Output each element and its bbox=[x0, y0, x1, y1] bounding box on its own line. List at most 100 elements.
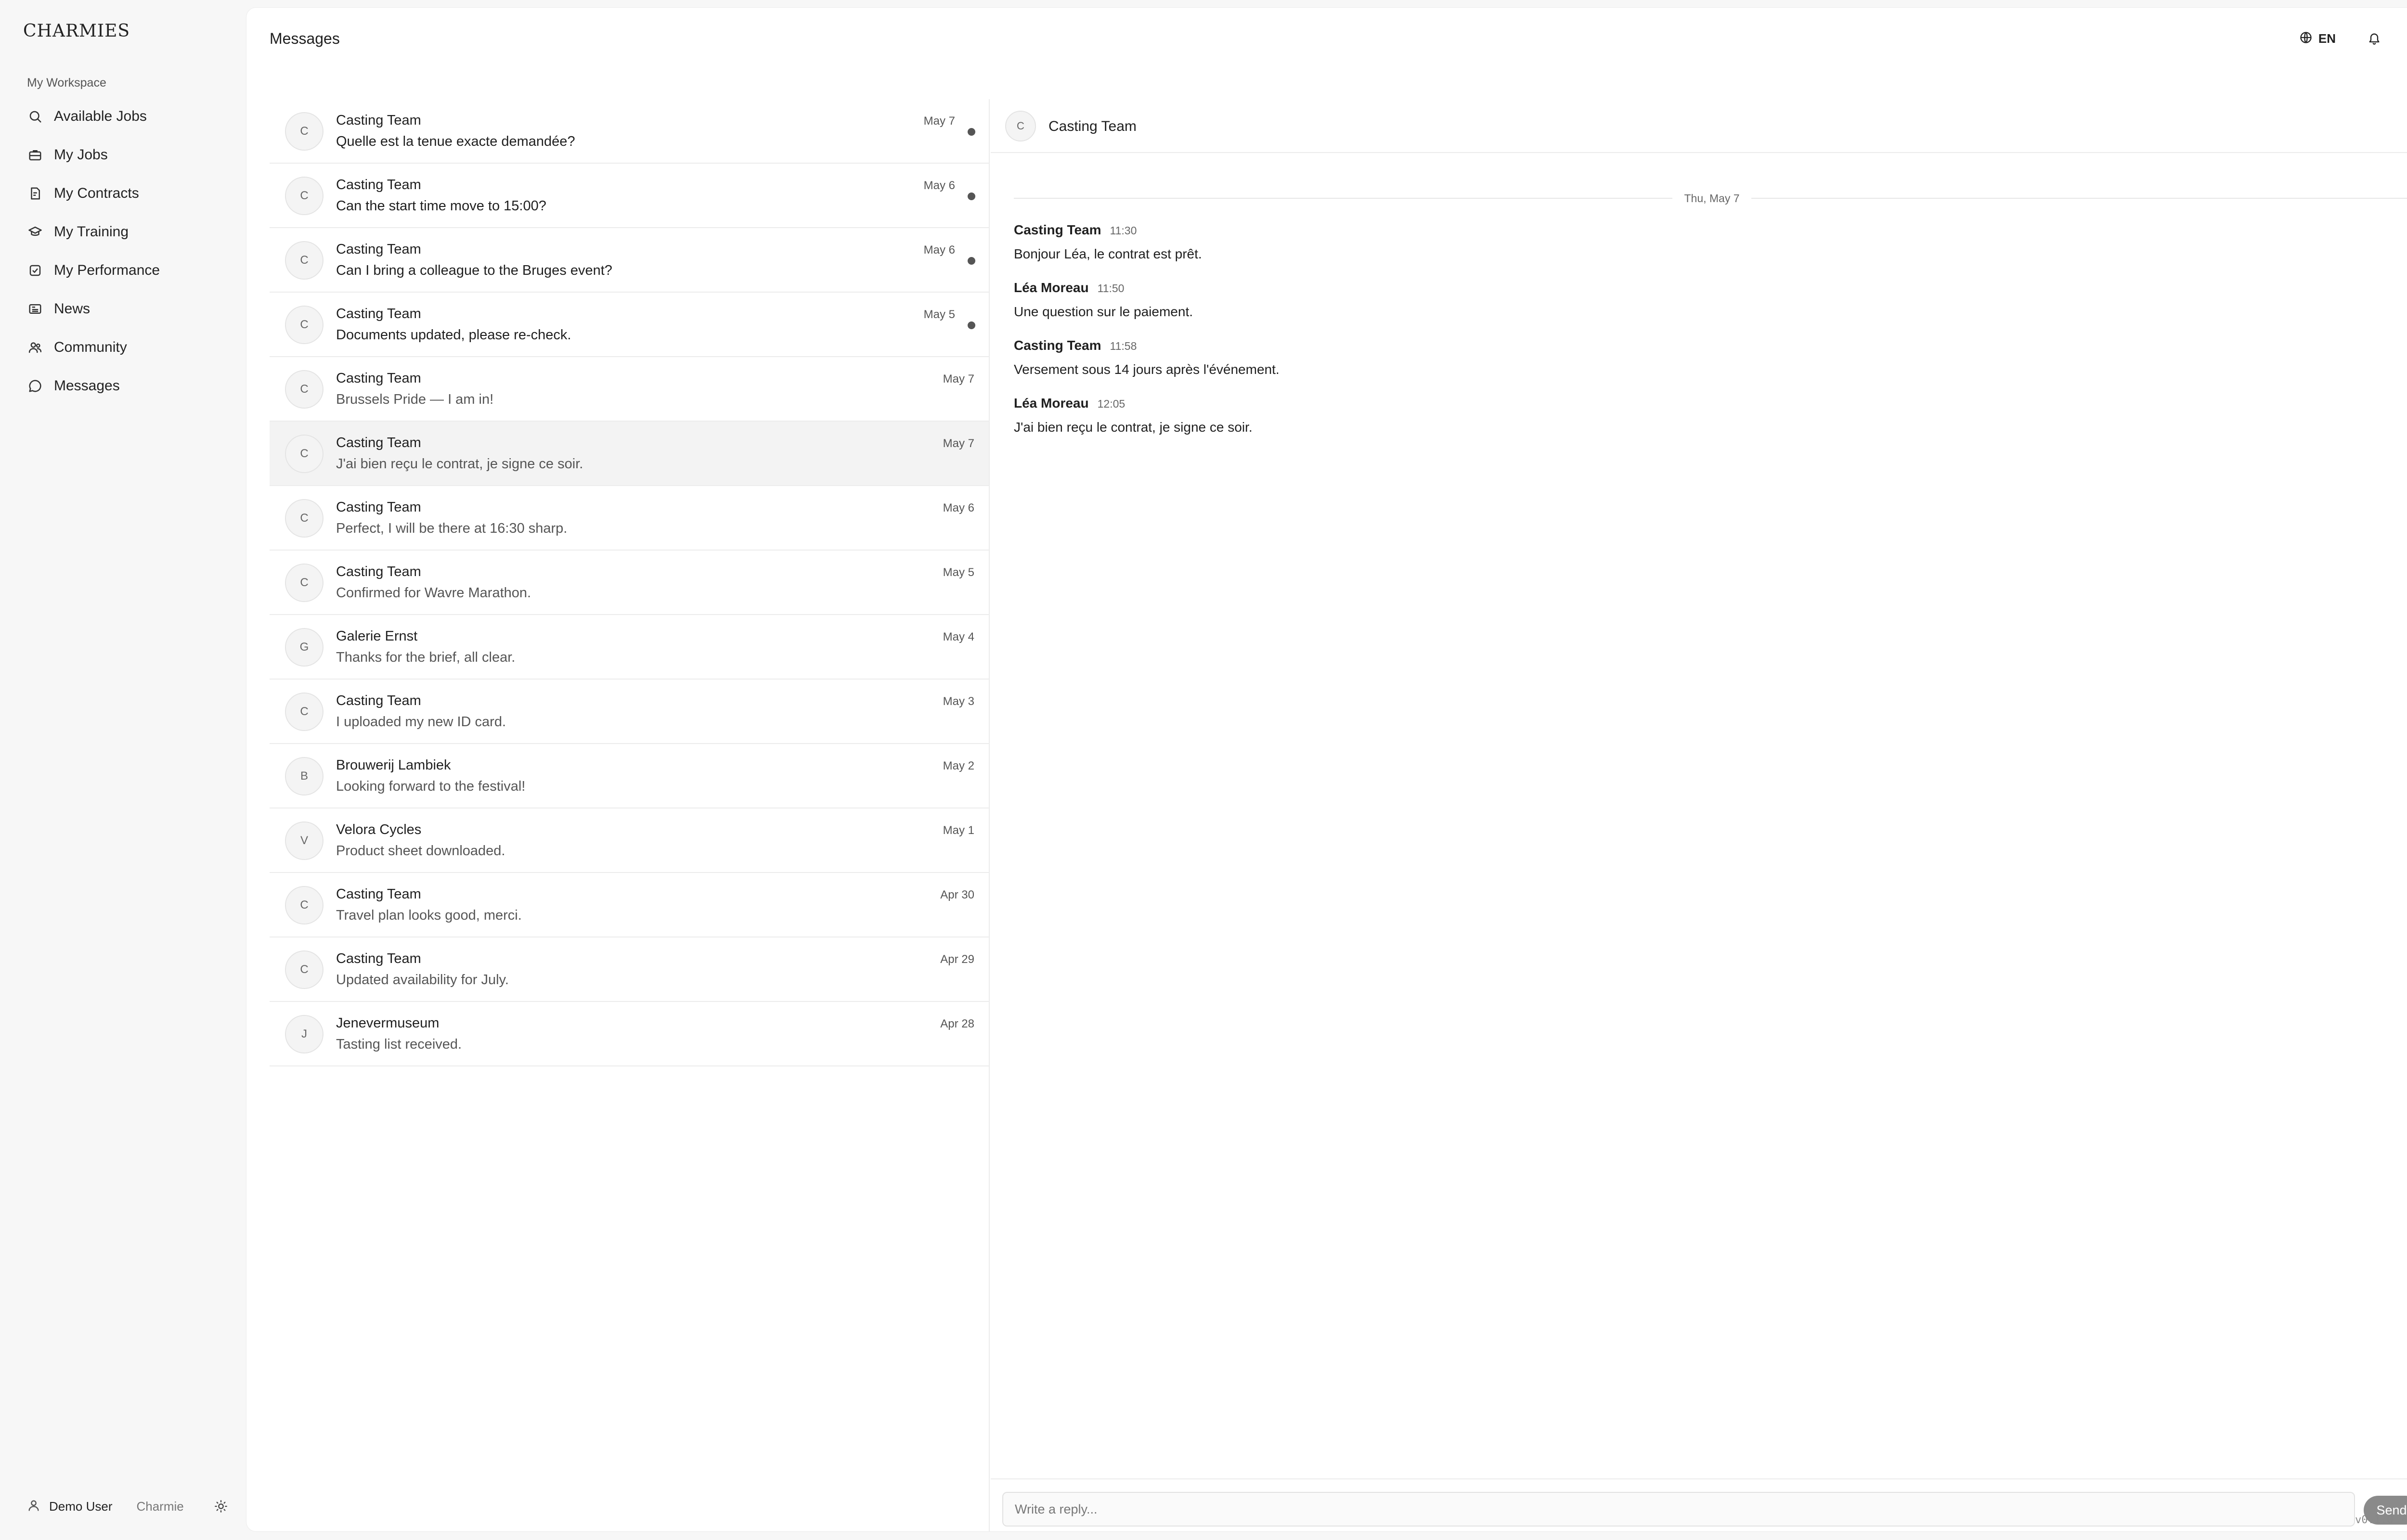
sidebar-item-my-contracts[interactable]: My Contracts bbox=[19, 174, 236, 213]
message-author: Léa Moreau bbox=[1014, 396, 1089, 411]
conversation-name: Jenevermuseum bbox=[336, 1015, 440, 1031]
conversation-preview: Can the start time move to 15:00? bbox=[336, 198, 546, 214]
sidebar-item-label: My Contracts bbox=[54, 185, 139, 201]
message: Léa Moreau 12:05 J'ai bien reçu le contrat… bbox=[1014, 396, 2407, 453]
unread-indicator bbox=[968, 257, 975, 265]
sidebar-item-my-jobs[interactable]: My Jobs bbox=[19, 136, 236, 174]
conversation-item[interactable]: C Casting Team Apr 29 Updated availability … bbox=[270, 937, 989, 1002]
conversation-item[interactable]: C Casting Team May 7 J'ai bien reçu le cont… bbox=[270, 422, 989, 486]
conversation-item[interactable]: C Casting Team May 6 Perfect, I will be the… bbox=[270, 486, 989, 551]
conversation-preview: Can I bring a colleague to the Bruges ev… bbox=[336, 263, 612, 278]
conversation-date: May 6 bbox=[923, 244, 955, 257]
conversation-item[interactable]: V Velora Cycles May 1 Product sheet downloa… bbox=[270, 808, 989, 873]
conversation-date: May 5 bbox=[923, 308, 955, 321]
conversation-item[interactable]: C Casting Team May 3 I uploaded my new ID c… bbox=[270, 680, 989, 744]
message: Casting Team 11:30 Bonjour Léa, le contrat… bbox=[1014, 222, 2407, 280]
message: Léa Moreau 11:50 Une question sur le paiem… bbox=[1014, 280, 2407, 338]
avatar: C bbox=[285, 241, 324, 280]
message-time: 12:05 bbox=[1097, 398, 1126, 410]
conversation-name: Casting Team bbox=[336, 242, 421, 257]
message-time: 11:50 bbox=[1097, 282, 1125, 295]
conversation-name: Velora Cycles bbox=[336, 822, 422, 837]
conversation-preview: Travel plan looks good, merci. bbox=[336, 908, 522, 923]
avatar: C bbox=[285, 306, 324, 344]
day-label: Thu, May 7 bbox=[1684, 192, 1740, 205]
message-author: Léa Moreau bbox=[1014, 280, 1089, 295]
conversation-name: Brouwerij Lambiek bbox=[336, 757, 451, 773]
avatar: C bbox=[285, 435, 324, 473]
message-icon bbox=[27, 378, 43, 394]
conversation-item[interactable]: C Casting Team May 5 Confirmed for Wavre Ma… bbox=[270, 551, 989, 615]
briefcase-icon bbox=[27, 147, 43, 163]
message-thread: C Casting Team Thu, May 7 Casting Team 11… bbox=[991, 99, 2407, 1531]
unread-indicator bbox=[968, 192, 975, 200]
day-divider: Thu, May 7 bbox=[1014, 191, 2407, 206]
avatar: V bbox=[285, 821, 324, 860]
sidebar-item-label: News bbox=[54, 301, 91, 317]
conversation-preview: Confirmed for Wavre Marathon. bbox=[336, 585, 531, 601]
conversation-name: Casting Team bbox=[336, 693, 421, 708]
avatar: C bbox=[285, 112, 324, 151]
conversation-item[interactable]: C Casting Team Apr 30 Travel plan looks goo… bbox=[270, 873, 989, 937]
sidebar-item-my-training[interactable]: My Training bbox=[19, 213, 236, 251]
avatar: C bbox=[285, 693, 324, 731]
sidebar-item-label: My Jobs bbox=[54, 147, 108, 163]
divider-line bbox=[1751, 198, 2407, 199]
sun-icon[interactable] bbox=[213, 1498, 229, 1514]
message-text: Bonjour Léa, le contrat est prêt. bbox=[1014, 246, 1202, 261]
user-name[interactable]: Demo User bbox=[49, 1499, 112, 1514]
user-role: Charmie bbox=[136, 1499, 184, 1514]
thread-header: C Casting Team bbox=[991, 99, 2407, 153]
conversation-preview: Quelle est la tenue exacte demandée? bbox=[336, 134, 575, 149]
reply-input[interactable] bbox=[1002, 1492, 2355, 1527]
contract-icon bbox=[27, 185, 43, 202]
message-time: 11:30 bbox=[1110, 224, 1137, 237]
conversation-item[interactable]: B Brouwerij Lambiek May 2 Looking forward t… bbox=[270, 744, 989, 808]
search-icon bbox=[27, 108, 43, 125]
conversation-preview: Thanks for the brief, all clear. bbox=[336, 650, 516, 665]
language-switcher[interactable]: EN bbox=[2299, 31, 2336, 47]
conversation-preview: Documents updated, please re-check. bbox=[336, 327, 571, 343]
conversation-date: May 7 bbox=[943, 437, 974, 450]
header-actions: EN bbox=[2299, 27, 2407, 50]
message-author: Casting Team bbox=[1014, 338, 1101, 353]
version-label: v0.1.0 · 939b05c bbox=[2355, 1514, 2407, 1526]
sidebar-item-messages[interactable]: Messages bbox=[19, 367, 236, 405]
avatar: J bbox=[285, 1015, 324, 1053]
conversation-name: Casting Team bbox=[336, 951, 421, 966]
sidebar-item-label: My Training bbox=[54, 224, 129, 240]
sidebar-item-label: My Performance bbox=[54, 262, 160, 278]
message-meta: Casting Team 11:30 bbox=[1014, 222, 2407, 238]
sidebar-item-label: Messages bbox=[54, 378, 120, 394]
newspaper-icon bbox=[27, 301, 43, 317]
conversation-date: May 6 bbox=[943, 501, 974, 514]
sidebar: CHARMIES My Workspace Available Jobs My … bbox=[0, 0, 246, 1540]
conversation-item[interactable]: J Jenevermuseum Apr 28 Tasting list receive… bbox=[270, 1002, 989, 1066]
avatar: C bbox=[285, 177, 324, 215]
conversation-date: May 1 bbox=[943, 824, 974, 837]
message-text: J'ai bien reçu le contrat, je signe ce s… bbox=[1014, 420, 1253, 435]
conversation-date: May 7 bbox=[923, 115, 955, 128]
sidebar-item-news[interactable]: News bbox=[19, 290, 236, 328]
message: Casting Team 11:58 Versement sous 14 jours… bbox=[1014, 338, 2407, 396]
conversation-name: Casting Team bbox=[336, 113, 421, 128]
conversation-name: Casting Team bbox=[336, 435, 421, 450]
conversation-item[interactable]: C Casting Team May 5 Documents updated, ple… bbox=[270, 293, 989, 357]
conversation-item[interactable]: C Casting Team May 6 Can I bring a colleagu… bbox=[270, 228, 989, 293]
thread-title: Casting Team bbox=[1048, 118, 1137, 134]
app-logo[interactable]: CHARMIES bbox=[23, 21, 130, 41]
conversation-item[interactable]: C Casting Team May 7 Quelle est la tenue ex… bbox=[270, 99, 989, 164]
conversation-date: Apr 28 bbox=[940, 1017, 974, 1030]
bell-icon[interactable] bbox=[2365, 29, 2384, 48]
message-time: 11:58 bbox=[1110, 340, 1137, 352]
sidebar-item-my-performance[interactable]: My Performance bbox=[19, 251, 236, 290]
conversation-preview: I uploaded my new ID card. bbox=[336, 714, 506, 730]
conversation-item[interactable]: G Galerie Ernst May 4 Thanks for the brief,… bbox=[270, 615, 989, 680]
sidebar-item-available-jobs[interactable]: Available Jobs bbox=[19, 97, 236, 136]
conversation-item[interactable]: C Casting Team May 7 Brussels Pride — I am … bbox=[270, 357, 989, 422]
conversation-item[interactable]: C Casting Team May 6 Can the start time mov… bbox=[270, 164, 989, 228]
conversation-preview: Product sheet downloaded. bbox=[336, 843, 505, 859]
sidebar-item-community[interactable]: Community bbox=[19, 328, 236, 367]
conversation-name: Casting Team bbox=[336, 500, 421, 515]
avatar: C bbox=[285, 950, 324, 989]
